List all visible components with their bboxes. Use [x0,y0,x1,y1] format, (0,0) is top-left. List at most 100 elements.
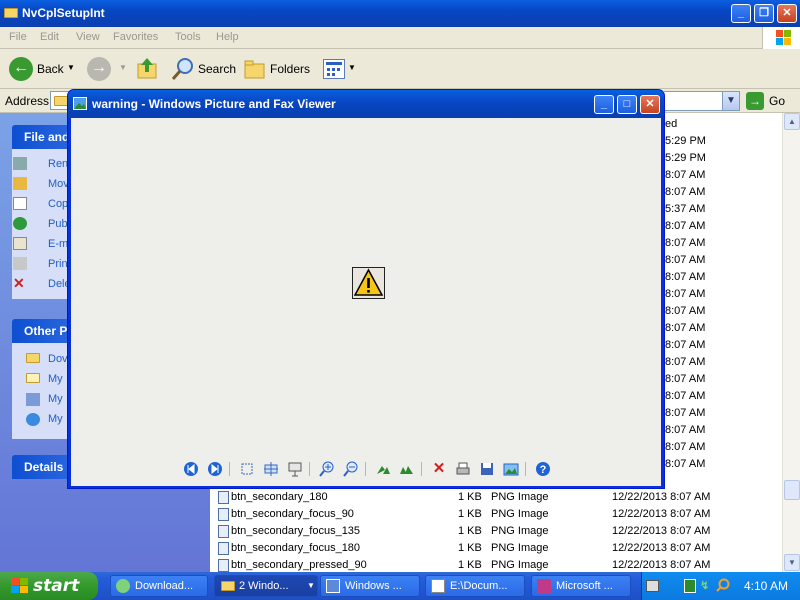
modified-time: 8:07 AM [665,169,706,181]
explorer-title-bar[interactable]: NvCplSetupInt _ ❐ ✕ [0,0,800,27]
scroll-down-icon[interactable]: ▼ [784,554,800,571]
clock[interactable]: 4:10 AM [744,579,788,593]
delete-icon[interactable]: ✕ [431,461,447,477]
task-rename[interactable]: Ren [48,158,68,170]
edit-image-icon[interactable] [503,461,519,477]
png-file-icon [218,508,229,521]
rename-icon [13,157,27,170]
folders-icon[interactable] [244,58,266,80]
actual-size-icon[interactable] [263,461,279,477]
back-arrow-icon[interactable]: ← [9,57,33,81]
go-arrow-icon[interactable]: → [746,92,764,110]
warning-triangle-icon [353,268,384,296]
file-name: btn_secondary_pressed_90 [231,559,367,571]
keyboard-icon[interactable] [646,580,659,592]
modified-time: 5:29 PM [665,135,706,147]
table-row[interactable]: btn_secondary_180 1 KB PNG Image 12/22/2… [216,489,786,506]
menu-favorites[interactable]: Favorites [113,31,158,43]
restore-button[interactable]: ❐ [754,4,774,23]
back-dropdown-icon[interactable]: ▼ [67,63,75,72]
search-icon[interactable] [170,56,196,82]
menu-edit[interactable]: Edit [40,31,59,43]
slideshow-icon[interactable] [287,461,303,477]
views-icon[interactable] [323,59,345,79]
menu-file[interactable]: File [9,31,27,43]
viewer-minimize-button[interactable]: _ [594,95,614,114]
menu-help[interactable]: Help [216,31,239,43]
standard-toolbar: ← Back ▼ → ▼ Search Folders ▼ [0,49,800,89]
explorer-title: NvCplSetupInt [22,6,105,20]
previous-image-icon[interactable] [183,461,199,477]
zoom-out-icon[interactable] [343,461,359,477]
details-header[interactable]: Details [12,455,72,479]
file-name: btn_secondary_focus_180 [231,542,361,554]
column-date-modified[interactable]: ed [665,118,677,130]
file-type: PNG Image [491,508,549,520]
place-my-computer[interactable]: My [48,393,63,405]
file-tasks-header-label: File and [24,130,70,144]
taskbar-item-downloads[interactable]: Download... [110,575,208,597]
task-move[interactable]: Mov [48,178,69,190]
viewer-close-button[interactable]: ✕ [640,95,660,114]
views-dropdown-icon[interactable]: ▼ [348,63,356,72]
file-tasks-header[interactable]: File and [12,125,72,149]
modified-time: 5:37 AM [665,203,706,215]
taskbar-item-windows[interactable]: Windows ... [320,575,420,597]
publish-icon [13,217,27,230]
menu-tools[interactable]: Tools [175,31,201,43]
taskbar-group-windows[interactable]: 2 Windo... ▼ [214,575,318,597]
print-icon[interactable] [455,461,471,477]
place-my-network[interactable]: My [48,413,63,425]
address-dropdown-icon[interactable]: ▼ [722,91,740,111]
vertical-scrollbar[interactable]: ▲ ▼ [782,113,800,572]
menu-bar: File Edit View Favorites Tools Help [0,27,800,49]
address-field-end[interactable] [664,91,724,111]
scroll-thumb[interactable] [784,480,800,500]
taskbar-item-documents[interactable]: E:\Docum... [425,575,525,597]
task-publish[interactable]: Pub [48,218,68,230]
taskbar-item-microsoft[interactable]: Microsoft ... [531,575,631,597]
task-print[interactable]: Prin [48,258,68,270]
file-type: PNG Image [491,559,549,571]
tray-app-icon[interactable] [684,579,696,593]
task-email[interactable]: E-m [48,238,68,250]
start-button[interactable]: start [0,572,98,600]
table-row[interactable]: btn_secondary_focus_180 1 KB PNG Image 1… [216,540,786,557]
go-label[interactable]: Go [769,94,785,108]
windows-logo-icon [762,27,800,49]
file-size: 1 KB [458,491,482,503]
picture-viewer-icon [73,97,87,110]
folders-label[interactable]: Folders [270,62,310,76]
scroll-up-icon[interactable]: ▲ [784,113,800,130]
modified-time: 8:07 AM [665,288,706,300]
downloads-folder-icon [26,353,40,363]
close-button[interactable]: ✕ [777,4,797,23]
file-name: btn_secondary_focus_135 [231,525,361,537]
copy-icon [13,197,27,210]
viewer-maximize-button[interactable]: □ [617,95,637,114]
back-label[interactable]: Back [37,62,64,76]
file-type: PNG Image [491,542,549,554]
search-tray-icon[interactable] [716,578,730,592]
save-icon[interactable] [479,461,495,477]
best-fit-icon[interactable] [239,461,255,477]
zoom-in-icon[interactable] [319,461,335,477]
table-row[interactable]: btn_secondary_focus_135 1 KB PNG Image 1… [216,523,786,540]
help-icon[interactable]: ? [535,461,551,477]
network-icon[interactable]: ↯ [700,579,712,593]
viewer-title-bar[interactable]: warning - Windows Picture and Fax Viewer… [68,90,664,118]
forward-arrow-icon[interactable]: → [87,57,111,81]
rotate-clockwise-icon[interactable] [375,461,391,477]
place-my-documents[interactable]: My [48,373,63,385]
windows-flag-icon [11,578,29,594]
menu-view[interactable]: View [76,31,100,43]
place-downloads[interactable]: Dov [48,353,68,365]
search-label[interactable]: Search [198,62,236,76]
up-folder-icon[interactable] [136,56,158,80]
task-copy[interactable]: Cop [48,198,68,210]
other-places-header[interactable]: Other P [12,319,72,343]
minimize-button[interactable]: _ [731,4,751,23]
table-row[interactable]: btn_secondary_focus_90 1 KB PNG Image 12… [216,506,786,523]
rotate-counterclockwise-icon[interactable] [399,461,415,477]
next-image-icon[interactable] [207,461,223,477]
